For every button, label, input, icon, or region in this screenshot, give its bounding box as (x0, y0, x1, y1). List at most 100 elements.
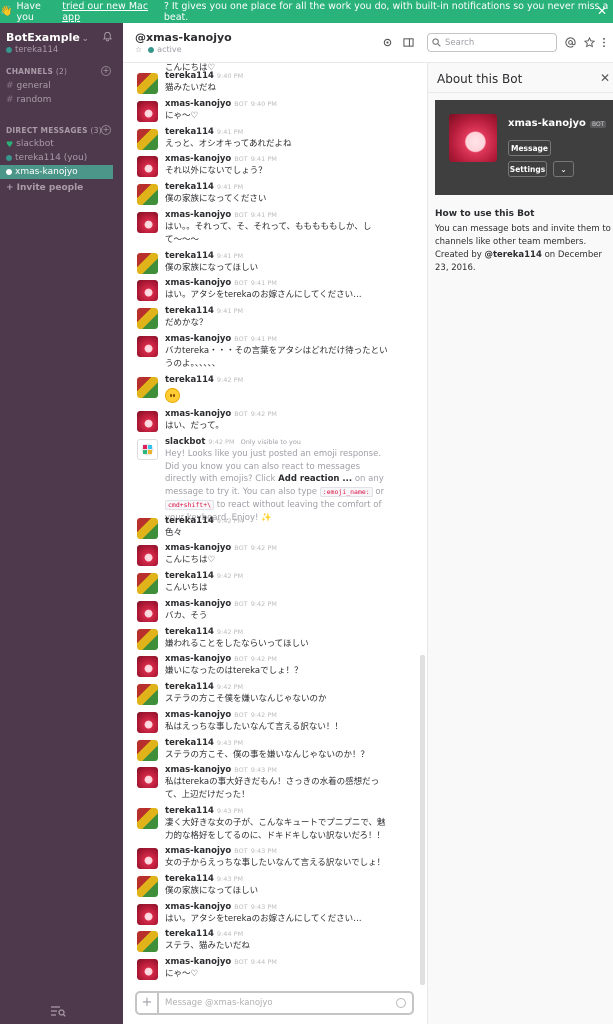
message-time[interactable]: 9:42 PM (251, 410, 277, 418)
sidebar-item-tereka114[interactable]: tereka114 (you) (0, 151, 123, 165)
avatar[interactable] (137, 656, 158, 677)
avatar[interactable] (137, 740, 158, 761)
message-time[interactable]: 9:44 PM (217, 930, 243, 938)
message-author[interactable]: xmas-kanojyo (165, 765, 231, 775)
message-time[interactable]: 9:41 PM (251, 279, 277, 287)
avatar[interactable] (137, 253, 158, 274)
avatar[interactable] (137, 767, 158, 788)
message-author[interactable]: tereka114 (165, 516, 214, 526)
message-author[interactable]: tereka114 (165, 71, 214, 81)
message-time[interactable]: 9:43 PM (217, 739, 243, 747)
message-time[interactable]: 9:41 PM (217, 307, 243, 315)
message-author[interactable]: xmas-kanojyo (165, 710, 231, 720)
avatar[interactable] (137, 280, 158, 301)
message-time[interactable]: 9:43 PM (217, 875, 243, 883)
scrollbar[interactable] (420, 655, 425, 985)
message-time[interactable]: 9:43 PM (251, 766, 277, 774)
avatar[interactable] (137, 684, 158, 705)
message-author[interactable]: tereka114 (165, 375, 214, 385)
message-author[interactable]: tereka114 (165, 929, 214, 939)
message-time[interactable]: 9:41 PM (217, 183, 243, 191)
search-input[interactable]: Search (427, 33, 557, 52)
message-author[interactable]: xmas-kanojyo (165, 154, 231, 164)
message-author[interactable]: tereka114 (165, 682, 214, 692)
message-author[interactable]: tereka114 (165, 127, 214, 137)
message-author[interactable]: tereka114 (165, 738, 214, 748)
avatar[interactable] (137, 629, 158, 650)
mac-app-link[interactable]: tried our new Mac app (62, 1, 164, 23)
star-icon[interactable]: ☆ (135, 45, 142, 54)
avatar[interactable] (137, 601, 158, 622)
avatar[interactable] (137, 212, 158, 233)
creator-link[interactable]: @tereka114 (484, 250, 541, 260)
sidebar-item-xmas-kanojyo[interactable]: xmas-kanojyo (0, 165, 113, 179)
message-author[interactable]: xmas-kanojyo (165, 334, 231, 344)
avatar[interactable] (137, 411, 158, 432)
avatar[interactable] (137, 712, 158, 733)
message-author[interactable]: xmas-kanojyo (165, 599, 231, 609)
message-list[interactable]: こんにちは♡ tereka114 9:40 PM 猫みたいだね xmas-kano… (123, 63, 427, 985)
add-dm-icon[interactable]: + (101, 125, 111, 135)
add-channel-icon[interactable]: + (101, 66, 111, 76)
close-icon[interactable]: ✕ (600, 71, 610, 85)
message-time[interactable]: 9:43 PM (251, 903, 277, 911)
gear-icon[interactable] (382, 37, 393, 48)
avatar[interactable] (137, 336, 158, 357)
sidebar-toggle-icon[interactable] (403, 37, 414, 48)
message-time[interactable]: 9:42 PM (217, 376, 243, 384)
message-time[interactable]: 9:42 PM (251, 711, 277, 719)
avatar[interactable] (137, 377, 158, 398)
avatar[interactable] (137, 129, 158, 150)
message-author[interactable]: xmas-kanojyo (165, 278, 231, 288)
message-author[interactable]: xmas-kanojyo (165, 210, 231, 220)
message-time[interactable]: 9:41 PM (251, 155, 277, 163)
message-time[interactable]: 9:42 PM (251, 655, 277, 663)
message-time[interactable]: 9:43 PM (217, 807, 243, 815)
sidebar-item-slackbot[interactable]: ♥ slackbot (0, 137, 123, 151)
message-author[interactable]: xmas-kanojyo (165, 654, 231, 664)
message-time[interactable]: 9:41 PM (217, 128, 243, 136)
message-time[interactable]: 9:42 PM (251, 544, 277, 552)
message-author[interactable]: xmas-kanojyo (165, 846, 231, 856)
avatar[interactable] (137, 573, 158, 594)
avatar[interactable] (137, 959, 158, 980)
message-author[interactable]: xmas-kanojyo (165, 99, 231, 109)
message-author[interactable]: tereka114 (165, 874, 214, 884)
avatar[interactable] (137, 931, 158, 952)
slightly-smiling-face-icon[interactable] (165, 388, 180, 403)
avatar[interactable] (137, 308, 158, 329)
message-author[interactable]: xmas-kanojyo (165, 957, 231, 967)
avatar[interactable] (137, 518, 158, 539)
avatar[interactable] (137, 848, 158, 869)
message-author[interactable]: xmas-kanojyo (165, 543, 231, 553)
current-user[interactable]: tereka114 (6, 45, 58, 55)
emoji-picker-icon[interactable] (396, 998, 406, 1008)
dm-header[interactable]: DIRECT MESSAGES (3) (6, 126, 102, 135)
chevron-down-icon[interactable]: ⌄ (553, 161, 574, 177)
message-author[interactable]: tereka114 (165, 627, 214, 637)
avatar[interactable] (137, 73, 158, 94)
star-icon[interactable] (584, 37, 595, 48)
message-time[interactable]: 9:41 PM (251, 211, 277, 219)
message-time[interactable]: 9:43 PM (251, 847, 277, 855)
message-author[interactable]: xmas-kanojyo (165, 409, 231, 419)
avatar[interactable] (137, 184, 158, 205)
team-menu[interactable]: BotExample ⌄ (6, 31, 89, 44)
settings-button[interactable]: Settings (508, 161, 547, 177)
quick-switcher-icon[interactable] (50, 1005, 66, 1017)
message-time[interactable]: 9:42 PM (217, 517, 243, 525)
avatar[interactable] (137, 439, 158, 460)
message-time[interactable]: 9:40 PM (251, 100, 277, 108)
message-author[interactable]: tereka114 (165, 571, 214, 581)
message-author[interactable]: tereka114 (165, 182, 214, 192)
message-time[interactable]: 9:40 PM (217, 72, 243, 80)
close-icon[interactable]: ✕ (597, 4, 607, 18)
attach-button[interactable]: + (137, 993, 159, 1013)
bell-icon[interactable] (102, 31, 113, 42)
message-author[interactable]: tereka114 (165, 806, 214, 816)
invite-people-link[interactable]: + Invite people (0, 181, 123, 195)
avatar[interactable] (137, 876, 158, 897)
avatar[interactable] (137, 904, 158, 925)
message-author[interactable]: xmas-kanojyo (165, 902, 231, 912)
more-icon[interactable] (601, 37, 607, 48)
